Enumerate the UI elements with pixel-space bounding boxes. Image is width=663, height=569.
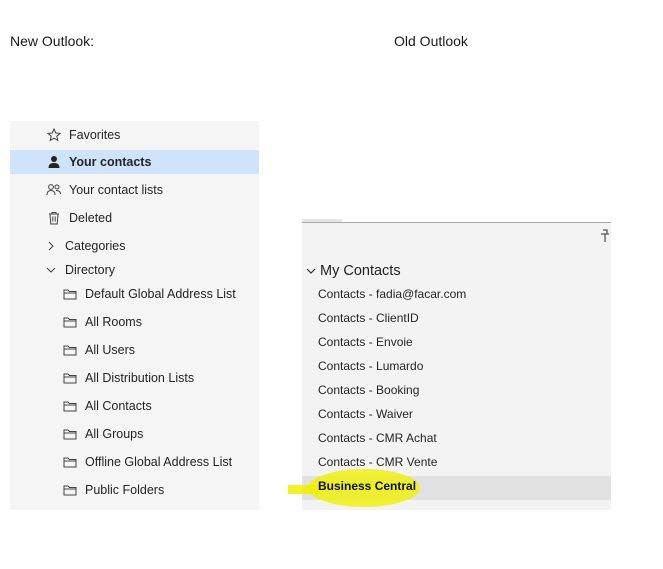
new-outlook-caption: New Outlook: bbox=[10, 33, 95, 49]
my-contacts-group-header[interactable]: My Contacts bbox=[306, 263, 401, 279]
new-outlook-contacts-pane: Favorites Your contacts Your contact lis… bbox=[10, 121, 259, 510]
folder-icon bbox=[62, 314, 78, 330]
directory-item-label: Default Global Address List bbox=[85, 287, 236, 301]
folder-icon bbox=[62, 342, 78, 358]
person-icon bbox=[46, 154, 62, 170]
nav-item-categories[interactable]: Categories bbox=[10, 234, 259, 258]
nav-item-label: Categories bbox=[65, 239, 126, 253]
directory-item-label: All Users bbox=[85, 343, 136, 357]
directory-item-label: Public Folders bbox=[85, 483, 165, 497]
contact-folder-label: Contacts - Lumardo bbox=[318, 359, 424, 373]
old-outlook-caption: Old Outlook bbox=[394, 33, 468, 49]
directory-item-label: All Distribution Lists bbox=[85, 371, 195, 385]
directory-item-offline-global-address-list[interactable]: Offline Global Address List bbox=[10, 450, 259, 474]
contact-folder-label: Contacts - Envoie bbox=[318, 335, 413, 349]
directory-item-all-users[interactable]: All Users bbox=[10, 338, 259, 362]
contact-folder-item[interactable]: Contacts - Envoie bbox=[302, 330, 611, 354]
contact-folder-label: Contacts - ClientID bbox=[318, 311, 419, 325]
nav-item-label: Favorites bbox=[69, 128, 121, 142]
business-central-label[interactable]: Business Central bbox=[318, 479, 416, 493]
nav-item-favorites[interactable]: Favorites bbox=[10, 123, 259, 147]
folder-icon bbox=[62, 454, 78, 470]
contact-folder-label: Contacts - fadia@facar.com bbox=[318, 287, 467, 301]
chevron-down-icon[interactable] bbox=[306, 266, 318, 276]
directory-item-label: Offline Global Address List bbox=[85, 455, 233, 469]
nav-item-deleted[interactable]: Deleted bbox=[10, 206, 259, 230]
contact-folder-label: Contacts - Waiver bbox=[318, 407, 413, 421]
folder-icon bbox=[62, 398, 78, 414]
directory-item-all-distribution-lists[interactable]: All Distribution Lists bbox=[10, 366, 259, 390]
folder-icon bbox=[62, 370, 78, 386]
people-icon bbox=[46, 182, 62, 198]
contact-folder-item[interactable]: Contacts - fadia@facar.com bbox=[302, 282, 611, 306]
contact-folder-item[interactable]: Contacts - CMR Achat bbox=[302, 426, 611, 450]
contact-folder-label: Contacts - CMR Achat bbox=[318, 431, 437, 445]
folder-icon bbox=[62, 286, 78, 302]
folder-icon bbox=[62, 426, 78, 442]
star-icon bbox=[46, 127, 62, 143]
contact-folder-label: Contacts - CMR Vente bbox=[318, 455, 438, 469]
old-outlook-folder-pane: My Contacts Contacts - fadia@facar.com C… bbox=[302, 222, 611, 510]
nav-item-label: Your contacts bbox=[69, 155, 152, 169]
chevron-right-icon[interactable] bbox=[43, 238, 59, 254]
directory-item-label: All Contacts bbox=[85, 399, 152, 413]
nav-item-your-contact-lists[interactable]: Your contact lists bbox=[10, 178, 259, 202]
directory-item-all-rooms[interactable]: All Rooms bbox=[10, 310, 259, 334]
directory-item-public-folders[interactable]: Public Folders bbox=[10, 478, 259, 502]
trash-icon bbox=[46, 210, 62, 226]
contact-folder-item[interactable]: Contacts - ClientID bbox=[302, 306, 611, 330]
directory-item-label: All Rooms bbox=[85, 315, 142, 329]
my-contacts-label: My Contacts bbox=[320, 263, 401, 279]
nav-item-directory[interactable]: Directory bbox=[10, 258, 259, 282]
contact-folder-item[interactable]: Contacts - Lumardo bbox=[302, 354, 611, 378]
contact-folder-item[interactable]: Contacts - Waiver bbox=[302, 402, 611, 426]
pin-icon[interactable] bbox=[599, 229, 611, 243]
contact-folder-item[interactable]: Contacts - Booking bbox=[302, 378, 611, 402]
contact-folder-label: Contacts - Booking bbox=[318, 383, 420, 397]
nav-item-label: Directory bbox=[65, 263, 116, 277]
directory-item-all-contacts[interactable]: All Contacts bbox=[10, 394, 259, 418]
folder-icon bbox=[62, 482, 78, 498]
nav-item-label: Your contact lists bbox=[69, 183, 164, 197]
directory-item-label: All Groups bbox=[85, 427, 144, 441]
chevron-down-icon[interactable] bbox=[43, 262, 59, 278]
directory-item-all-groups[interactable]: All Groups bbox=[10, 422, 259, 446]
nav-item-your-contacts[interactable]: Your contacts bbox=[10, 150, 259, 174]
nav-item-label: Deleted bbox=[69, 211, 113, 225]
directory-item-default-global-address-list[interactable]: Default Global Address List bbox=[10, 282, 259, 306]
